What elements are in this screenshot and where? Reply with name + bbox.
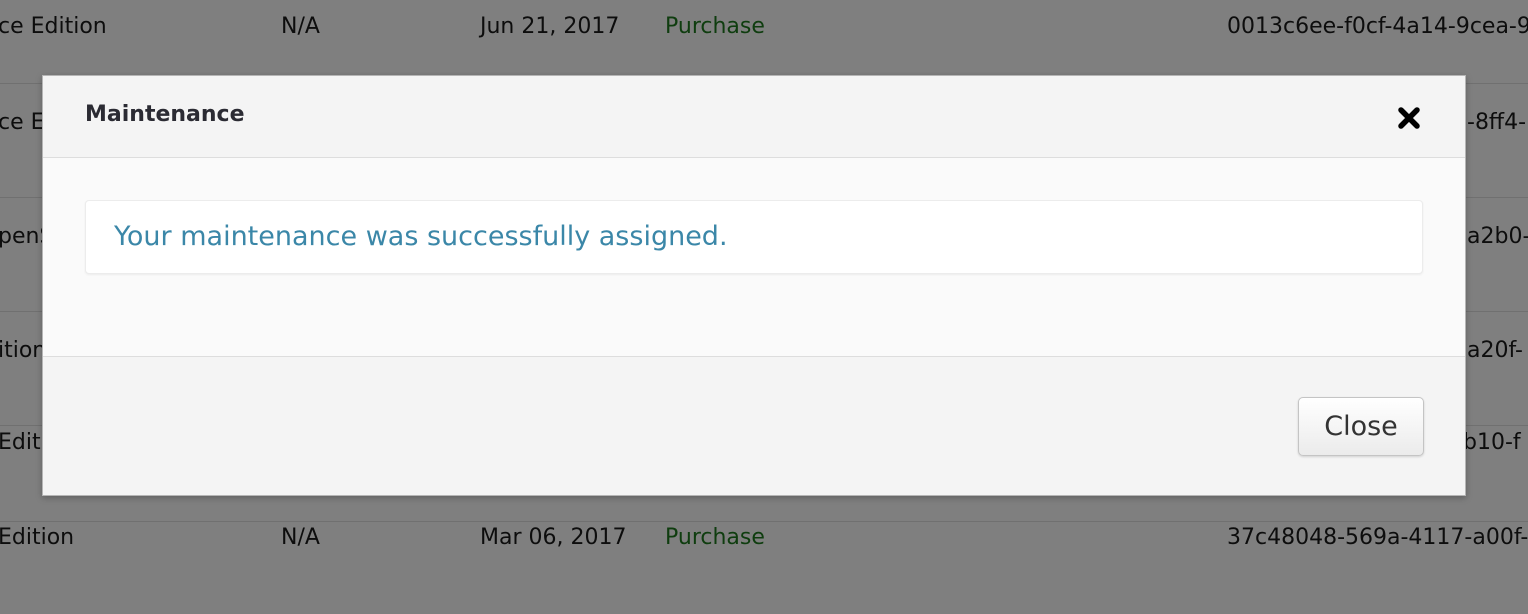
maintenance-dialog: Maintenance Your maintenance was success…: [42, 75, 1466, 496]
close-button[interactable]: Close: [1298, 397, 1424, 456]
success-message: Your maintenance was successfully assign…: [114, 221, 728, 252]
dialog-title: Maintenance: [85, 102, 245, 127]
dialog-body: Your maintenance was successfully assign…: [43, 158, 1465, 356]
dialog-header: Maintenance: [43, 76, 1465, 158]
success-message-box: Your maintenance was successfully assign…: [85, 200, 1423, 274]
dialog-footer: Close: [43, 356, 1465, 495]
close-x-glyph: [1398, 107, 1420, 129]
close-x-icon[interactable]: [1393, 102, 1425, 134]
